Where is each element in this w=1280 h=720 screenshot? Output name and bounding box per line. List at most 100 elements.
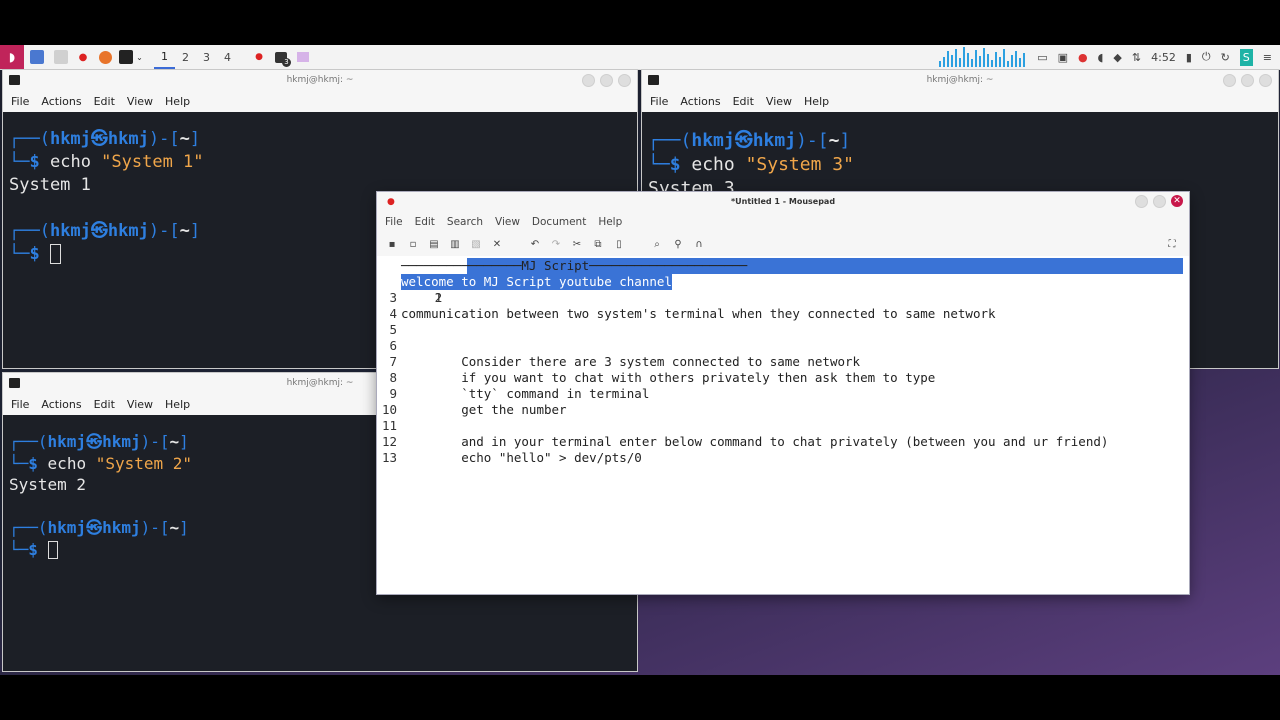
menu-edit[interactable]: Edit bbox=[94, 95, 115, 108]
close-button[interactable] bbox=[618, 74, 631, 87]
save-icon[interactable]: ▥ bbox=[448, 237, 462, 251]
maximize-button[interactable] bbox=[1153, 195, 1166, 208]
window-titlebar[interactable]: ● *Untitled 1 - Mousepad ✕ bbox=[377, 192, 1189, 212]
lock-icon[interactable]: ▮ bbox=[1186, 51, 1192, 64]
workspace-label: 2 bbox=[182, 50, 189, 64]
taskbar-mousepad[interactable]: ● bbox=[248, 45, 270, 69]
menu-edit[interactable]: Edit bbox=[733, 95, 754, 108]
new-window-icon[interactable]: ▫ bbox=[406, 237, 420, 251]
line-text: welcome to MJ Script youtube channel bbox=[401, 274, 672, 290]
menu-help[interactable]: Help bbox=[804, 95, 829, 108]
menubar: File Actions Edit View Help bbox=[3, 91, 637, 112]
refresh-icon[interactable]: ↻ bbox=[1221, 51, 1230, 64]
workspace-2[interactable]: 2 bbox=[175, 51, 196, 64]
terminal-icon bbox=[119, 50, 134, 64]
redo-icon[interactable]: ↷ bbox=[549, 237, 563, 251]
camera-icon[interactable]: ▣ bbox=[1058, 51, 1068, 64]
chevron-down-icon: ⌄ bbox=[136, 52, 143, 62]
window-title: hkmj@hkmj: ~ bbox=[286, 75, 354, 85]
menu-edit[interactable]: Edit bbox=[415, 216, 435, 228]
power-icon[interactable]: ⏻ bbox=[1202, 50, 1211, 64]
menu-file[interactable]: File bbox=[11, 398, 29, 411]
menu-view[interactable]: View bbox=[495, 216, 520, 228]
line-text: if you want to chat with others privatel… bbox=[401, 370, 936, 385]
editor-line: 9 `tty` command in terminal bbox=[377, 386, 1189, 402]
microphone-icon[interactable]: ● bbox=[1078, 51, 1088, 64]
fullscreen-icon[interactable]: ⛶ bbox=[1165, 237, 1179, 251]
editor-line: 12 and in your terminal enter below comm… bbox=[377, 434, 1189, 450]
window-titlebar[interactable]: hkmj@hkmj: ~ bbox=[642, 70, 1278, 91]
window-title: *Untitled 1 - Mousepad bbox=[730, 197, 836, 206]
menu-help[interactable]: Help bbox=[165, 95, 190, 108]
editor-line: 3 bbox=[377, 290, 1189, 306]
notification-bell-icon[interactable]: ◆ bbox=[1113, 51, 1121, 64]
display-icon[interactable]: ▭ bbox=[1037, 51, 1047, 64]
line-number: 5 bbox=[389, 322, 397, 337]
taskbar-item[interactable] bbox=[292, 45, 314, 69]
hamburger-menu-icon[interactable]: ≡ bbox=[1263, 51, 1272, 64]
close-document-icon[interactable]: ✕ bbox=[490, 237, 504, 251]
workspace-1[interactable]: 1 bbox=[154, 45, 175, 69]
menu-file[interactable]: File bbox=[650, 95, 668, 108]
editor-line: 13 echo "hello" > dev/pts/0 bbox=[377, 450, 1189, 466]
command-line: └─$ echo "System 1" bbox=[9, 152, 204, 172]
file-manager-button[interactable] bbox=[50, 45, 72, 69]
menu-actions[interactable]: Actions bbox=[680, 95, 720, 108]
window-titlebar[interactable]: hkmj@hkmj: ~ bbox=[3, 70, 637, 91]
find-icon[interactable]: ⌕ bbox=[650, 237, 664, 251]
taskbar-terminal-group[interactable]: 3 bbox=[270, 45, 292, 69]
paste-icon[interactable]: ▯ bbox=[612, 237, 626, 251]
browser-launcher[interactable] bbox=[94, 45, 116, 69]
show-desktop-button[interactable] bbox=[24, 45, 50, 69]
menu-view[interactable]: View bbox=[127, 95, 153, 108]
save-as-icon[interactable]: ▧ bbox=[469, 237, 483, 251]
menu-actions[interactable]: Actions bbox=[41, 398, 81, 411]
go-to-line-icon[interactable]: ∩ bbox=[692, 237, 706, 251]
editor-line: 4 communication between two system's term… bbox=[377, 306, 1189, 322]
minimize-button[interactable] bbox=[582, 74, 595, 87]
cut-icon[interactable]: ✂ bbox=[570, 237, 584, 251]
undo-icon[interactable]: ↶ bbox=[528, 237, 542, 251]
workspace-3[interactable]: 3 bbox=[196, 51, 217, 64]
volume-icon[interactable]: ◖ bbox=[1098, 51, 1104, 64]
find-replace-icon[interactable]: ⚲ bbox=[671, 237, 685, 251]
app-menu-button[interactable]: ◗ bbox=[0, 45, 24, 69]
menu-edit[interactable]: Edit bbox=[94, 398, 115, 411]
maximize-button[interactable] bbox=[1241, 74, 1254, 87]
kali-logo-icon: ◗ bbox=[8, 50, 16, 64]
clock[interactable]: 4:52 bbox=[1151, 51, 1176, 64]
menu-view[interactable]: View bbox=[127, 398, 153, 411]
text-cursor bbox=[49, 244, 62, 264]
menu-file[interactable]: File bbox=[385, 216, 403, 228]
menu-search[interactable]: Search bbox=[447, 216, 483, 228]
close-button[interactable] bbox=[1259, 74, 1272, 87]
text-editor-area[interactable]: 1 ────────────────MJ Script─────────────… bbox=[377, 256, 1189, 594]
prompt-line: ┌──(hkmj㉿hkmj)-[~] bbox=[648, 130, 851, 151]
line-number: 11 bbox=[381, 418, 397, 433]
line-number: 4 bbox=[389, 306, 397, 321]
terminal-icon bbox=[9, 75, 20, 85]
text-cursor bbox=[47, 540, 59, 560]
open-file-icon[interactable]: ▤ bbox=[427, 237, 441, 251]
line-number: 12 bbox=[381, 434, 397, 449]
menu-help[interactable]: Help bbox=[165, 398, 190, 411]
line-text: communication between two system's termi… bbox=[401, 306, 996, 321]
maximize-button[interactable] bbox=[600, 74, 613, 87]
menu-file[interactable]: File bbox=[11, 95, 29, 108]
text-editor-launcher[interactable]: ● bbox=[72, 45, 94, 69]
copy-icon[interactable]: ⧉ bbox=[591, 237, 605, 251]
editor-line: 6 bbox=[377, 338, 1189, 354]
close-button[interactable]: ✕ bbox=[1171, 195, 1183, 207]
menu-help[interactable]: Help bbox=[598, 216, 622, 228]
menu-document[interactable]: Document bbox=[532, 216, 586, 228]
mousepad-icon: ● bbox=[255, 52, 263, 62]
minimize-button[interactable] bbox=[1135, 195, 1148, 208]
search-icon[interactable]: S bbox=[1239, 48, 1253, 66]
new-document-icon[interactable]: ▪ bbox=[385, 237, 399, 251]
menu-view[interactable]: View bbox=[766, 95, 792, 108]
network-icon[interactable]: ⇅ bbox=[1132, 51, 1141, 64]
menu-actions[interactable]: Actions bbox=[41, 95, 81, 108]
terminal-launcher[interactable]: ⌄ bbox=[116, 45, 146, 69]
workspace-4[interactable]: 4 bbox=[217, 51, 238, 64]
minimize-button[interactable] bbox=[1223, 74, 1236, 87]
